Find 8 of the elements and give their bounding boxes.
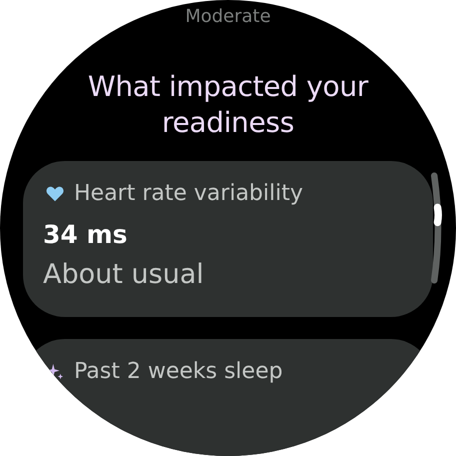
metric-card[interactable]: Heart rate variability 34 ms About usual bbox=[23, 161, 433, 317]
metric-value: 34 ms bbox=[43, 220, 128, 249]
metric-label: Heart rate variability bbox=[74, 181, 303, 206]
status-text: Moderate bbox=[185, 6, 271, 27]
screen-title: What impacted your readiness bbox=[86, 69, 370, 141]
metric-label: Past 2 weeks sleep bbox=[74, 359, 283, 384]
heart-icon bbox=[46, 184, 64, 202]
metric-note: About usual bbox=[43, 259, 205, 290]
